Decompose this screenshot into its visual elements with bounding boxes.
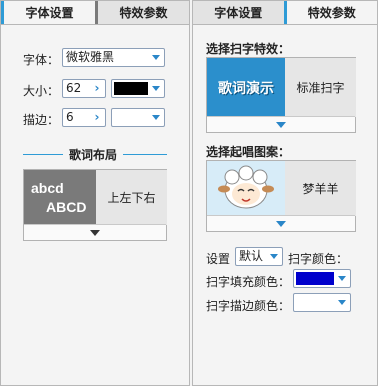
lyric-layout-title: 歌词布局 <box>69 148 118 162</box>
tab-font-settings[interactable]: 字体设置 <box>1 1 95 24</box>
pattern-selector[interactable]: 梦羊羊 <box>206 160 356 232</box>
layout-sample-line1: abcd <box>31 180 64 196</box>
size-label: 大小： <box>23 84 60 98</box>
scan-effect-title: 选择扫字特效： <box>206 42 291 56</box>
lyric-layout-selector[interactable]: abcd ABCD 上左下右 <box>23 169 167 241</box>
layout-option: 上左下右 <box>107 191 156 205</box>
triangle-down-icon <box>276 121 286 128</box>
stroke-value: 6 <box>66 110 74 124</box>
triangle-down-icon <box>276 220 286 227</box>
size-stepper[interactable]: 62 › <box>62 79 106 98</box>
divider <box>23 154 63 155</box>
chevron-down-icon[interactable] <box>148 109 164 126</box>
fill-color-swatch <box>296 272 334 285</box>
font-color-picker[interactable] <box>111 79 165 98</box>
stroke-color-swatch <box>114 111 148 124</box>
pattern-option: 梦羊羊 <box>302 182 339 196</box>
scan-option: 标准扫字 <box>296 81 345 95</box>
layout-sample-line2: ABCD <box>46 199 87 215</box>
chevron-right-icon[interactable]: › <box>89 109 105 126</box>
pattern-title: 选择起唱图案： <box>206 145 291 159</box>
chevron-down-icon[interactable] <box>266 248 282 265</box>
stroke-color-label: 扫字描边颜色： <box>206 299 291 313</box>
layout-option-label-box: 上左下右 <box>96 170 167 225</box>
fill-color-label: 扫字填充颜色： <box>206 275 291 289</box>
scan-preview-text: 歌词演示 <box>218 80 274 97</box>
tab-effect-params[interactable]: 特效参数 <box>95 1 189 24</box>
chevron-down-icon[interactable] <box>334 270 350 287</box>
layout-expand-button[interactable] <box>24 224 166 240</box>
scan-stroke-color-picker[interactable] <box>293 293 351 312</box>
layout-preview-image: abcd ABCD <box>24 170 96 225</box>
tab-bar-left: 字体设置 特效参数 <box>1 1 189 25</box>
chevron-down-icon[interactable] <box>334 294 350 311</box>
chevron-down-icon[interactable] <box>148 49 164 66</box>
setting-label: 设置 <box>206 252 231 266</box>
setting-select[interactable]: 默认 <box>235 247 283 266</box>
tab-bar-right: 字体设置 特效参数 <box>193 1 377 25</box>
divider <box>123 154 167 155</box>
size-value: 62 <box>66 81 82 95</box>
tab-effect-params[interactable]: 特效参数 <box>283 1 377 24</box>
sheep-avatar-icon <box>207 161 285 216</box>
scan-effect-selector[interactable]: 歌词演示 标准扫字 <box>206 57 356 133</box>
chevron-right-icon[interactable]: › <box>89 80 105 97</box>
stroke-label: 描边： <box>23 113 60 127</box>
fill-color-picker[interactable] <box>293 269 351 288</box>
tab-font-settings[interactable]: 字体设置 <box>193 1 284 24</box>
font-color-swatch <box>114 82 148 95</box>
font-label: 字体： <box>23 53 60 67</box>
scan-expand-button[interactable] <box>207 116 355 132</box>
setting-value: 默认 <box>239 249 264 263</box>
pattern-expand-button[interactable] <box>207 215 355 231</box>
pattern-option-box: 梦羊羊 <box>285 161 356 216</box>
scan-color-label: 扫字颜色： <box>288 252 349 266</box>
font-settings-panel: 字体设置 特效参数 字体： 微软雅黑 大小： 62 › 描边： 6 › 歌词布局… <box>0 0 190 386</box>
chevron-down-icon[interactable] <box>148 80 164 97</box>
font-value: 微软雅黑 <box>66 50 115 64</box>
stroke-stepper[interactable]: 6 › <box>62 108 106 127</box>
stroke-color-picker[interactable] <box>111 108 165 127</box>
scan-effect-preview: 歌词演示 <box>207 58 285 117</box>
triangle-down-icon <box>90 229 100 236</box>
scan-option-box: 标准扫字 <box>285 58 356 117</box>
font-select[interactable]: 微软雅黑 <box>62 48 165 67</box>
scan-stroke-color-swatch <box>296 296 334 309</box>
effect-params-panel: 字体设置 特效参数 选择扫字特效： 歌词演示 标准扫字 选择起唱图案： 梦羊羊 … <box>192 0 378 386</box>
